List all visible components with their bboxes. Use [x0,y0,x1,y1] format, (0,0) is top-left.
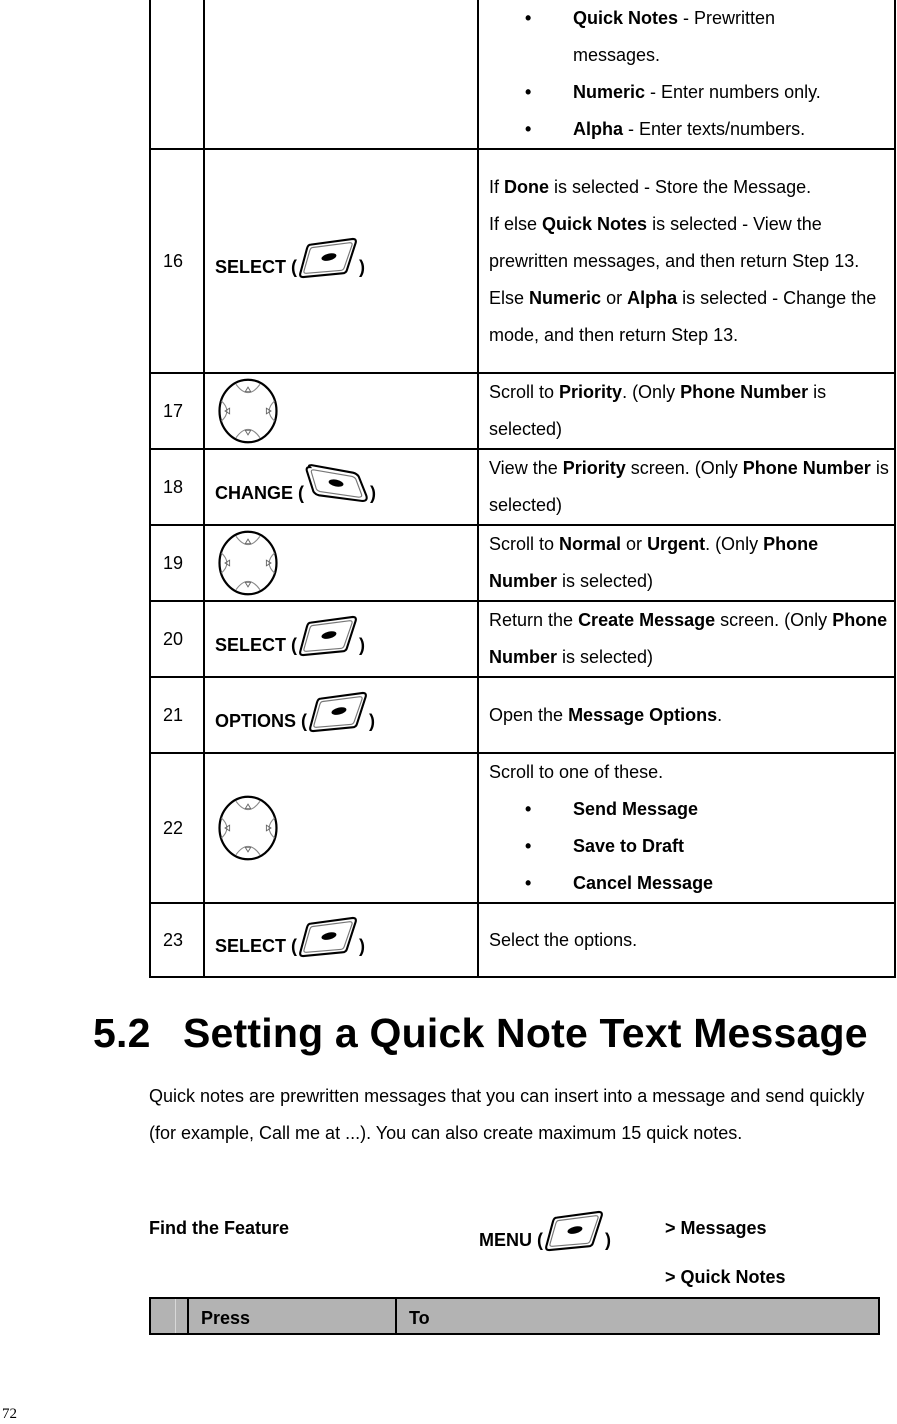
step-description: Select the options. [477,902,896,978]
step-number: 21 [149,676,205,754]
menu-path-messages: > Messages [665,1218,767,1238]
step-key: OPTIONS () [203,676,479,754]
find-feature-label: Find the Feature [149,1218,290,1238]
list-item: Quick Notes - Prewritten [489,0,890,37]
table-row: 17 Scroll to Priority. (Only Phone Numbe… [149,372,896,450]
section-number: 5.2 [93,1010,151,1056]
menu-path-quick-notes: > Quick Notes [665,1267,786,1287]
menu-label: MENU ( [479,1230,543,1250]
header-cell-press: Press [187,1299,397,1333]
navigation-key-icon [215,377,281,445]
softkey-right-icon [304,463,370,505]
step-number: 17 [149,372,205,450]
step-description: Scroll to Priority. (Only Phone Number i… [477,372,896,450]
header-cell-step [151,1299,176,1333]
step-description: If Done is selected - Store the Message.… [477,148,896,374]
step-description: Scroll to one of these. Send Message Sav… [477,752,896,904]
table-row: 18 CHANGE () View the Priority screen. (… [149,448,896,526]
press-to-table-header: Press To [149,1297,880,1335]
menu-close: ) [605,1230,611,1250]
key-close: ) [359,935,366,956]
key-label: OPTIONS ( [215,710,308,731]
table-row: 23 SELECT () Select the options. [149,902,896,978]
list-item: Save to Draft [489,828,890,865]
table-row: 20 SELECT () Return the Create Message s… [149,600,896,678]
key-close: ) [369,710,376,731]
softkey-icon [297,916,359,958]
key-close: ) [359,634,366,655]
menu-key: MENU () [479,1210,611,1252]
step-description: Open the Message Options. [477,676,896,754]
key-label: SELECT ( [215,634,298,655]
description-intro: Scroll to one of these. [489,762,664,782]
step-number: 19 [149,524,205,602]
table-row: 22 Scroll to one of these. Send Message … [149,752,896,904]
description-line: If else Quick Notes is selected - View t… [489,213,860,271]
step-key [203,372,479,450]
step-description: Quick Notes - Prewritten messages. Numer… [477,0,896,150]
key-label: CHANGE ( [215,482,304,503]
step-number: 22 [149,752,205,904]
list-item: Numeric - Enter numbers only. [489,74,890,111]
softkey-icon [307,691,369,733]
page-number: 72 [2,1406,17,1422]
step-key: SELECT () [203,148,479,374]
section-title: Setting a Quick Note Text Message [183,1010,868,1056]
step-description: Scroll to Normal or Urgent. (Only Phone … [477,524,896,602]
table-row: 19 Scroll to Normal or Urgent. (Only Pho… [149,524,896,602]
step-number: 18 [149,448,205,526]
step-number: 16 [149,148,205,374]
table-row: 21 OPTIONS () Open the Message Options. [149,676,896,754]
softkey-icon [543,1210,605,1252]
list-item: Alpha - Enter texts/numbers. [489,111,890,148]
step-key [203,524,479,602]
navigation-key-icon [215,529,281,597]
description-line: Else Numeric or Alpha is selected - Chan… [489,287,877,345]
softkey-icon [297,615,359,657]
list-item: Cancel Message [489,865,890,902]
key-close: ) [359,256,366,277]
navigation-key-icon [215,794,281,862]
step-description: View the Priority screen. (Only Phone Nu… [477,448,896,526]
section-heading: 5.2 Setting a Quick Note Text Message [93,1010,868,1057]
step-number: 23 [149,902,205,978]
step-key [203,752,479,904]
step-key: SELECT () [203,600,479,678]
table-row: 16 SELECT () If Done is selected - Store… [149,148,896,374]
step-number: 20 [149,600,205,678]
section-intro: Quick notes are prewritten messages that… [149,1086,865,1143]
key-label: SELECT ( [215,935,298,956]
steps-table: Quick Notes - Prewritten messages. Numer… [149,0,896,978]
mode-options-list: Quick Notes - Prewritten messages. Numer… [489,0,890,148]
list-item-continuation: messages. [573,45,661,65]
key-close: ) [370,482,376,503]
description-line: If Done is selected - Store the Message. [489,176,812,197]
table-row: Quick Notes - Prewritten messages. Numer… [149,0,896,150]
header-cell-to: To [395,1299,878,1333]
message-options-list: Send Message Save to Draft Cancel Messag… [489,791,890,902]
step-number [149,0,205,150]
step-key [203,0,479,150]
step-key: SELECT () [203,902,479,978]
step-description: Return the Create Message screen. (Only … [477,600,896,678]
softkey-icon [297,237,359,279]
step-key: CHANGE () [203,448,479,526]
key-label: SELECT ( [215,256,298,277]
list-item: Send Message [489,791,890,828]
